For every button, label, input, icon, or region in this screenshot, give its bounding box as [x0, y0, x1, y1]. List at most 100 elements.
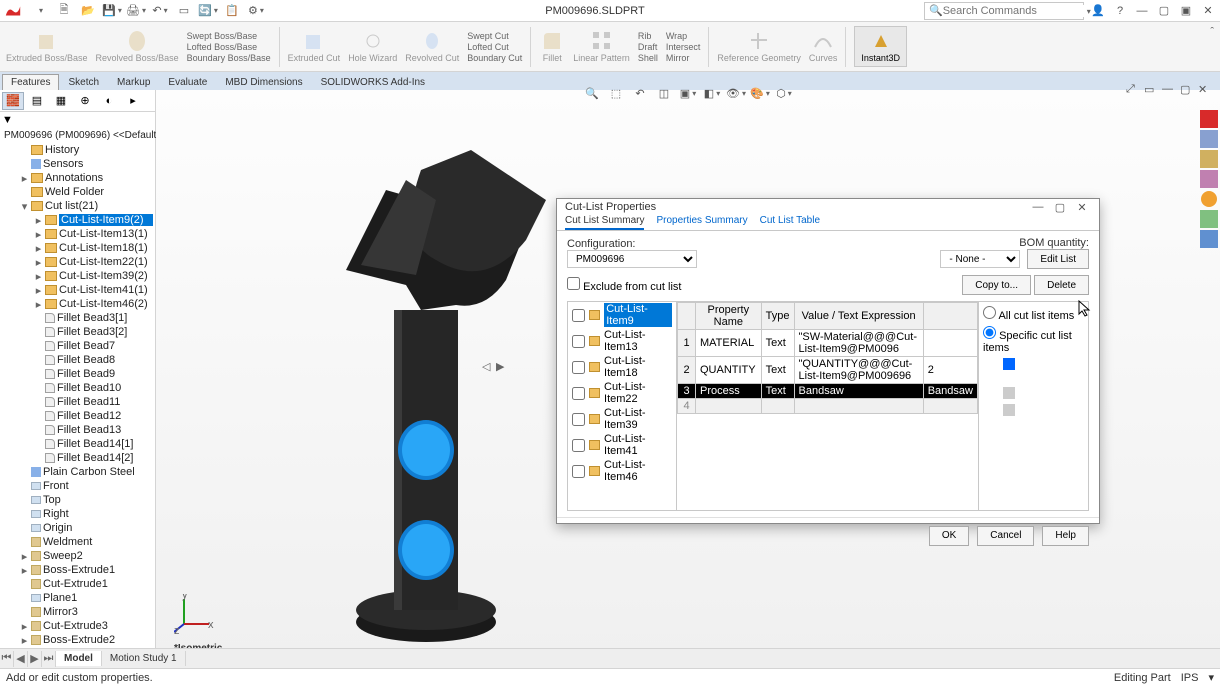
boundary-boss-button[interactable]: Boundary Boss/Base: [187, 53, 271, 63]
tree-node[interactable]: Fillet Bead9: [2, 367, 153, 381]
tree-node[interactable]: ▸Cut-List-Item46(2): [2, 297, 153, 311]
tab-sketch[interactable]: Sketch: [59, 74, 108, 90]
tree-node[interactable]: ▸Cut-List-Item22(1): [2, 255, 153, 269]
instant3d-button[interactable]: Instant3D: [854, 26, 907, 67]
exclude-checkbox-label[interactable]: Exclude from cut list: [567, 277, 681, 293]
appearance-icon[interactable]: 🎨: [750, 85, 770, 101]
custom-props-icon[interactable]: [1200, 210, 1218, 228]
display-manager-tab-icon[interactable]: ◐: [98, 92, 120, 110]
help-button[interactable]: Help: [1042, 526, 1089, 546]
edit-list-button[interactable]: Edit List: [1027, 249, 1089, 269]
radio-specific-items[interactable]: Specific cut list items: [983, 326, 1084, 354]
extruded-cut-button[interactable]: Extruded Cut: [288, 29, 341, 64]
undo-icon[interactable]: ↶: [150, 3, 170, 19]
cancel-button[interactable]: Cancel: [977, 526, 1034, 546]
tree-node[interactable]: Weld Folder: [2, 185, 153, 199]
swept-cut-button[interactable]: Swept Cut: [467, 31, 522, 41]
zoom-fit-icon[interactable]: 🔍: [582, 85, 602, 101]
tree-node[interactable]: ▸Cut-List-Item41(1): [2, 283, 153, 297]
window-max-icon[interactable]: ▢: [1180, 83, 1196, 97]
tree-node[interactable]: Fillet Bead3[1]: [2, 311, 153, 325]
dialog-tab-table[interactable]: Cut List Table: [760, 215, 820, 230]
section-view-icon[interactable]: ◫: [654, 85, 674, 101]
tree-node[interactable]: Right: [2, 507, 153, 521]
rib-button[interactable]: Rib: [638, 31, 658, 41]
tree-node[interactable]: Cut-Extrude1: [2, 577, 153, 591]
login-icon[interactable]: 👤: [1090, 3, 1106, 19]
window-expand-icon[interactable]: ▭: [1144, 83, 1160, 97]
feature-tree-tab-icon[interactable]: 🧱: [2, 92, 24, 110]
exclude-checkbox[interactable]: [567, 277, 580, 290]
restore-icon[interactable]: ▢: [1156, 3, 1172, 19]
revolved-cut-button[interactable]: Revolved Cut: [405, 29, 459, 64]
status-more-icon[interactable]: ▾: [1208, 671, 1214, 684]
print-icon[interactable]: 🖨: [126, 3, 146, 19]
tree-node[interactable]: ▸Cut-List-Item39(2): [2, 269, 153, 283]
settings-icon[interactable]: ⚙: [246, 3, 266, 19]
rebuild-icon[interactable]: 🔄: [198, 3, 218, 19]
cut-list-item[interactable]: Cut-List-Item22: [568, 380, 676, 406]
dialog-maximize-icon[interactable]: ▢: [1051, 199, 1069, 215]
tree-node[interactable]: Sensors: [2, 157, 153, 171]
tree-node[interactable]: Fillet Bead12: [2, 409, 153, 423]
property-table[interactable]: Property Name Type Value / Text Expressi…: [677, 302, 978, 510]
ref-geometry-button[interactable]: Reference Geometry: [717, 29, 801, 64]
file-explorer-icon[interactable]: [1200, 150, 1218, 168]
tab-addins[interactable]: SOLIDWORKS Add-Ins: [312, 74, 434, 90]
new-icon[interactable]: 🗎: [54, 3, 74, 19]
window-collapse-icon[interactable]: ⤢: [1126, 83, 1142, 97]
revolved-boss-button[interactable]: Revolved Boss/Base: [96, 29, 179, 64]
radio-all-items[interactable]: All cut list items: [983, 306, 1084, 322]
tree-node[interactable]: ▸Cut-List-Item13(1): [2, 227, 153, 241]
cut-list-item[interactable]: Cut-List-Item41: [568, 432, 676, 458]
tab-model[interactable]: Model: [56, 651, 102, 666]
tree-node[interactable]: Fillet Bead14[1]: [2, 437, 153, 451]
save-icon[interactable]: 💾: [102, 3, 122, 19]
hole-wizard-button[interactable]: Hole Wizard: [348, 29, 397, 64]
tree-node[interactable]: Weldment: [2, 535, 153, 549]
tree-node[interactable]: ▸Cut-List-Item18(1): [2, 241, 153, 255]
dialog-close-icon[interactable]: ✕: [1073, 199, 1091, 215]
boundary-cut-button[interactable]: Boundary Cut: [467, 53, 522, 63]
tab-nav-last-icon[interactable]: ⏭: [42, 651, 56, 667]
tree-node[interactable]: ▸Boss-Extrude1: [2, 563, 153, 577]
property-row[interactable]: 2QUANTITYText"QUANTITY@@@Cut-List-Item9@…: [678, 357, 978, 384]
tree-node[interactable]: Fillet Bead10: [2, 381, 153, 395]
cut-list-item[interactable]: Cut-List-Item9: [568, 302, 676, 328]
tree-node[interactable]: Front: [2, 479, 153, 493]
menu-dropdown-icon[interactable]: [30, 3, 50, 19]
hide-show-icon[interactable]: 👁: [726, 85, 746, 101]
forum-icon[interactable]: [1200, 230, 1218, 248]
tree-node[interactable]: Fillet Bead11: [2, 395, 153, 409]
tree-node[interactable]: Top: [2, 493, 153, 507]
draft-button[interactable]: Draft: [638, 42, 658, 52]
lofted-boss-button[interactable]: Lofted Boss/Base: [187, 42, 271, 52]
tree-node[interactable]: History: [2, 143, 153, 157]
tab-evaluate[interactable]: Evaluate: [159, 74, 216, 90]
property-row[interactable]: 4: [678, 399, 978, 414]
dialog-minimize-icon[interactable]: —: [1029, 199, 1047, 215]
tree-node[interactable]: ▸Annotations: [2, 171, 153, 185]
fillet-button[interactable]: Fillet: [539, 29, 565, 64]
mirror-button[interactable]: Mirror: [666, 53, 701, 63]
minimize-icon[interactable]: —: [1134, 3, 1150, 19]
tree-node[interactable]: ▾Cut list(21): [2, 199, 153, 213]
tab-features[interactable]: Features: [2, 74, 59, 90]
property-manager-tab-icon[interactable]: ▤: [26, 92, 48, 110]
options-icon[interactable]: 📋: [222, 3, 242, 19]
tree-node[interactable]: Fillet Bead14[2]: [2, 451, 153, 465]
intersect-button[interactable]: Intersect: [666, 42, 701, 52]
cut-list-item[interactable]: Cut-List-Item18: [568, 354, 676, 380]
tree-node[interactable]: Fillet Bead7: [2, 339, 153, 353]
dialog-tab-summary[interactable]: Cut List Summary: [565, 215, 644, 230]
dimxpert-tab-icon[interactable]: ⊕: [74, 92, 96, 110]
tab-nav-first-icon[interactable]: ⏮: [0, 651, 14, 667]
help-icon[interactable]: ?: [1112, 3, 1128, 19]
prev-view-icon[interactable]: ↶: [630, 85, 650, 101]
tab-nav-prev-icon[interactable]: ◀: [14, 651, 28, 667]
select-icon[interactable]: ▭: [174, 3, 194, 19]
search-input[interactable]: [943, 5, 1085, 17]
tree-node[interactable]: Origin: [2, 521, 153, 535]
tree-node[interactable]: ▸Cut-Extrude3: [2, 619, 153, 633]
view-palette-icon[interactable]: [1200, 170, 1218, 188]
